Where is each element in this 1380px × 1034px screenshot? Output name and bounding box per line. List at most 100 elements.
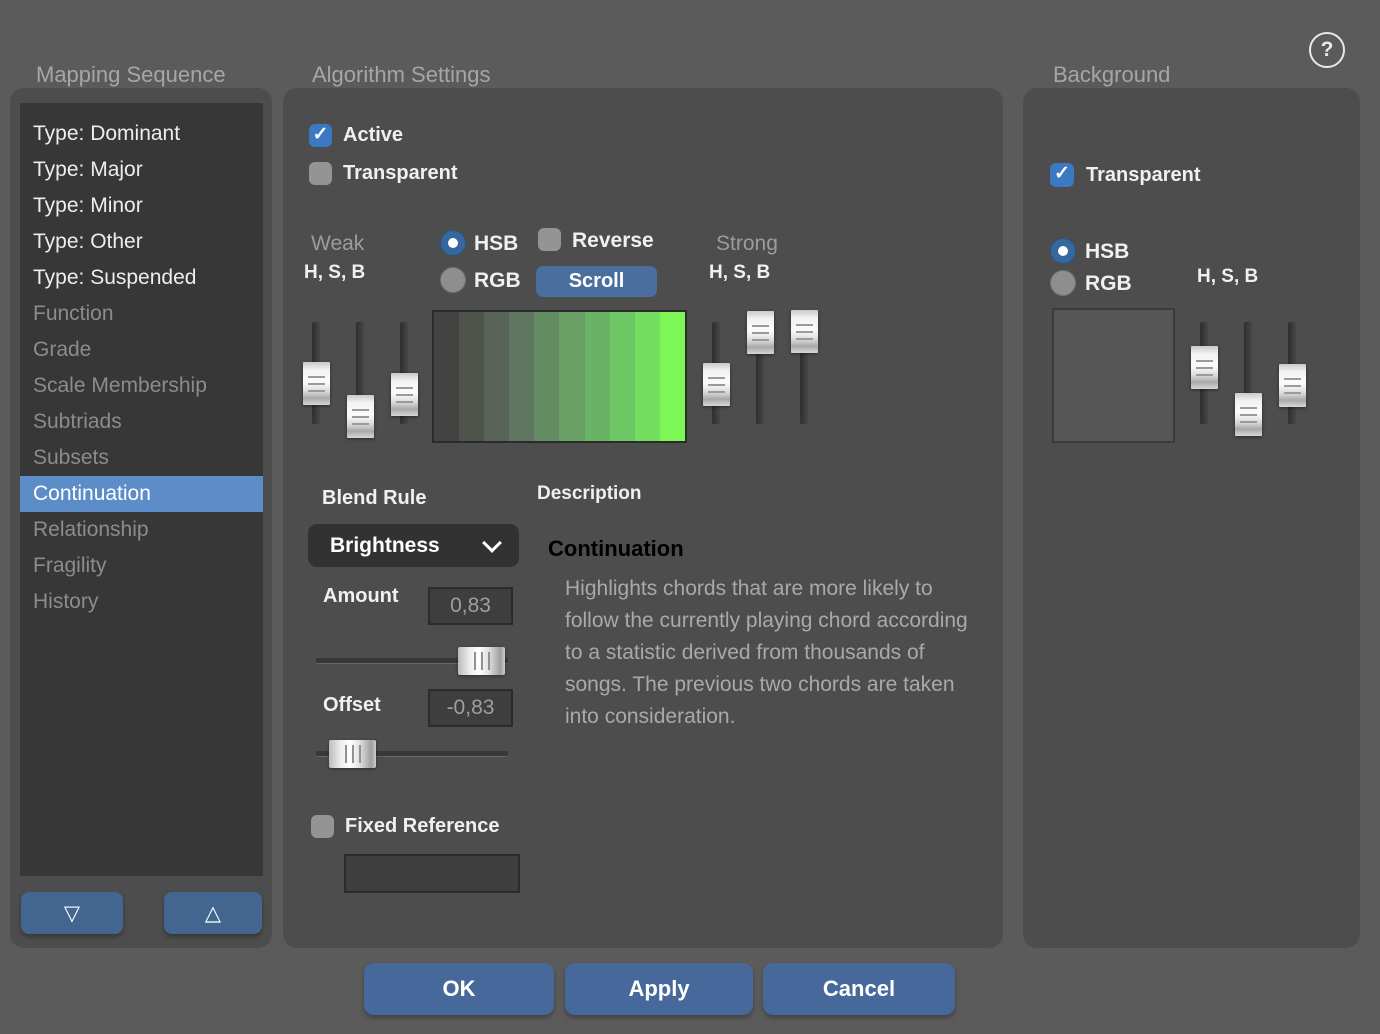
background-header: Background [1053, 62, 1170, 88]
background-panel [1023, 88, 1360, 948]
fixed-reference-label: Fixed Reference [345, 815, 500, 838]
blend-rule-dropdown[interactable]: Brightness [308, 524, 519, 567]
settings-dialog: ? Mapping Sequence Algorithm Settings Ba… [0, 0, 1380, 1034]
chevron-down-icon [482, 533, 502, 553]
vertical-slider[interactable] [1235, 322, 1262, 467]
slider-thumb[interactable] [1279, 364, 1306, 407]
list-item[interactable]: Subsets [20, 440, 263, 476]
amount-label: Amount [323, 585, 399, 608]
gradient-band [459, 312, 484, 441]
slider-grip [708, 372, 725, 393]
list-item[interactable]: Type: Other [20, 224, 263, 260]
amount-slider-thumb[interactable] [458, 647, 505, 675]
background-hsb-label: HSB [1085, 240, 1129, 264]
reverse-label: Reverse [572, 229, 654, 253]
list-item[interactable]: History [20, 584, 263, 620]
gradient-preview [432, 310, 687, 443]
slider-thumb[interactable] [703, 363, 730, 406]
list-item[interactable]: Type: Major [20, 152, 263, 188]
slider-thumb[interactable] [347, 395, 374, 438]
slider-grip [352, 404, 369, 425]
scroll-button[interactable]: Scroll [536, 266, 657, 297]
slider-thumb[interactable] [1235, 393, 1262, 436]
rgb-label: RGB [474, 269, 521, 293]
background-rgb-label: RGB [1085, 272, 1132, 296]
strong-label: Strong [716, 232, 778, 256]
fixed-reference-checkbox[interactable] [311, 815, 334, 838]
blend-rule-value: Brightness [330, 534, 440, 558]
vertical-slider[interactable] [791, 322, 818, 467]
list-item[interactable]: Relationship [20, 512, 263, 548]
list-item[interactable]: Type: Dominant [20, 116, 263, 152]
gradient-band [509, 312, 534, 441]
slider-grip [1196, 355, 1213, 376]
background-transparent-label: Transparent [1086, 164, 1200, 187]
offset-field[interactable]: -0,83 [428, 689, 513, 727]
background-hsb-radio[interactable] [1050, 238, 1076, 264]
mapping-sequence-header: Mapping Sequence [36, 62, 226, 88]
slider-grip [469, 652, 490, 670]
slider-thumb[interactable] [303, 362, 330, 405]
mapping-sequence-list[interactable]: Type: DominantType: MajorType: MinorType… [20, 103, 263, 876]
algorithm-settings-header: Algorithm Settings [312, 62, 491, 88]
slider-grip [796, 319, 813, 340]
list-item[interactable]: Grade [20, 332, 263, 368]
vertical-slider[interactable] [347, 322, 374, 467]
cancel-button[interactable]: Cancel [763, 963, 955, 1015]
strong-hsb-label: H, S, B [709, 262, 770, 284]
list-item[interactable]: Scale Membership [20, 368, 263, 404]
slider-thumb[interactable] [391, 373, 418, 416]
vertical-slider[interactable] [391, 322, 418, 467]
ok-button[interactable]: OK [364, 963, 554, 1015]
vertical-slider[interactable] [747, 322, 774, 467]
gradient-band [434, 312, 459, 441]
transparent-label: Transparent [343, 162, 457, 185]
list-item[interactable]: Type: Suspended [20, 260, 263, 296]
offset-slider[interactable] [316, 740, 508, 768]
description-label: Description [537, 483, 642, 505]
gradient-band [585, 312, 610, 441]
vertical-slider[interactable] [1191, 322, 1218, 467]
slider-grip [1240, 402, 1257, 423]
hsb-radio[interactable] [440, 230, 466, 256]
offset-slider-thumb[interactable] [329, 740, 376, 768]
weak-sliders [303, 322, 418, 467]
slider-thumb[interactable] [791, 310, 818, 353]
help-icon[interactable]: ? [1309, 32, 1345, 68]
strong-sliders [703, 322, 818, 467]
hsb-label: HSB [474, 232, 518, 256]
reverse-checkbox[interactable] [538, 228, 561, 251]
blend-rule-label: Blend Rule [322, 487, 426, 510]
slider-thumb[interactable] [747, 311, 774, 354]
background-rgb-radio[interactable] [1050, 270, 1076, 296]
fixed-reference-field[interactable] [344, 854, 520, 893]
slider-grip [1284, 373, 1301, 394]
gradient-band [635, 312, 660, 441]
description-title: Continuation [548, 536, 684, 562]
active-checkbox[interactable] [309, 124, 332, 147]
list-item[interactable]: Fragility [20, 548, 263, 584]
vertical-slider[interactable] [1279, 322, 1306, 467]
rgb-radio[interactable] [440, 267, 466, 293]
apply-button[interactable]: Apply [565, 963, 753, 1015]
vertical-slider[interactable] [303, 322, 330, 467]
slider-thumb[interactable] [1191, 346, 1218, 389]
background-hsb-sub-label: H, S, B [1197, 266, 1258, 288]
background-transparent-checkbox[interactable] [1050, 163, 1074, 187]
amount-field[interactable]: 0,83 [428, 587, 513, 625]
list-item-selected[interactable]: Continuation [20, 476, 263, 512]
amount-slider[interactable] [316, 647, 508, 675]
gradient-band [534, 312, 559, 441]
vertical-slider[interactable] [703, 322, 730, 467]
transparent-checkbox[interactable] [309, 162, 332, 185]
offset-label: Offset [323, 694, 381, 717]
weak-hsb-label: H, S, B [304, 262, 365, 284]
background-sliders [1191, 322, 1306, 467]
description-body: Highlights chords that are more likely t… [565, 573, 975, 733]
list-item[interactable]: Function [20, 296, 263, 332]
move-up-button[interactable]: △ [164, 892, 262, 934]
gradient-band [484, 312, 509, 441]
list-item[interactable]: Type: Minor [20, 188, 263, 224]
list-item[interactable]: Subtriads [20, 404, 263, 440]
move-down-button[interactable]: ▽ [21, 892, 123, 934]
